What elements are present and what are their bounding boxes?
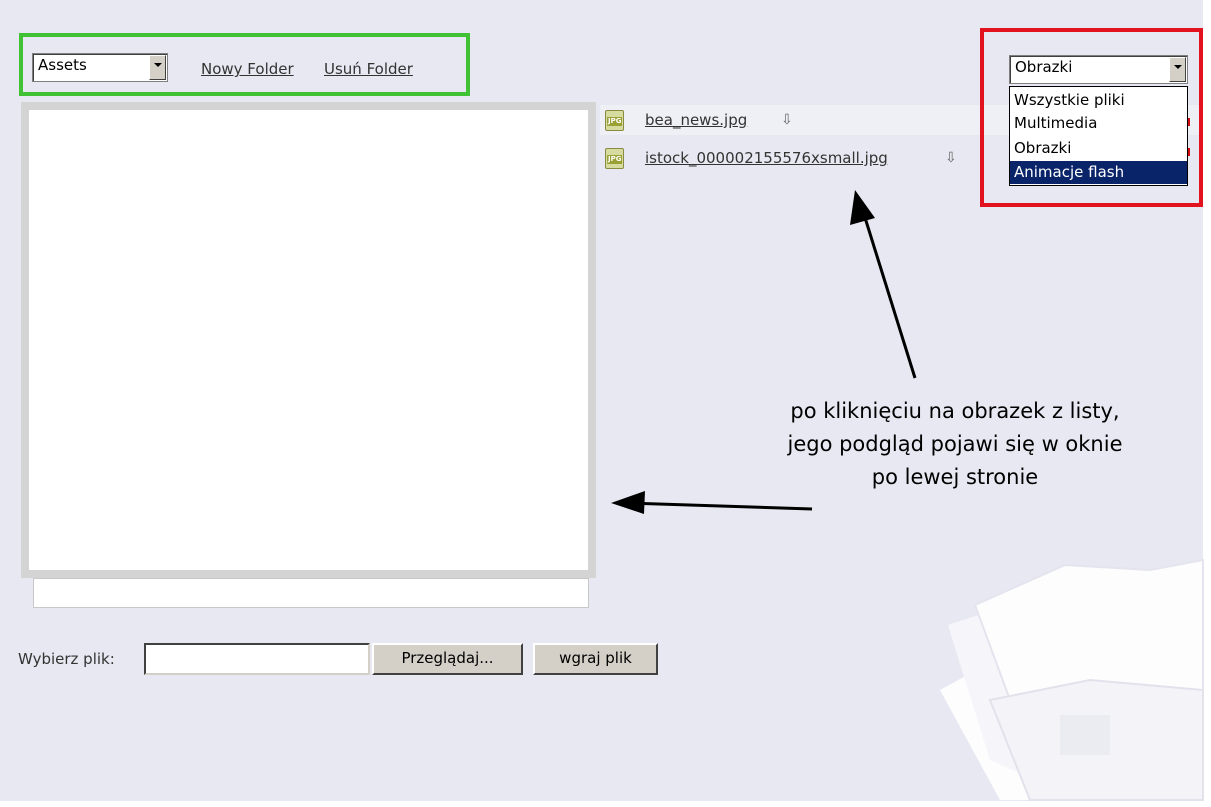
file-path-input[interactable] xyxy=(144,643,370,675)
folder-watermark-icon xyxy=(940,558,1204,801)
annotation-arrows xyxy=(611,190,1204,801)
browse-button[interactable]: Przeglądaj... xyxy=(372,643,523,675)
arrow-left-icon xyxy=(627,501,813,511)
arrow-left-head xyxy=(611,491,645,514)
upload-file-button[interactable]: wgraj plik xyxy=(533,643,658,675)
arrow-up-icon xyxy=(860,207,917,379)
upload-label: Wybierz plik: xyxy=(18,650,115,668)
arrow-up-head xyxy=(850,190,875,225)
